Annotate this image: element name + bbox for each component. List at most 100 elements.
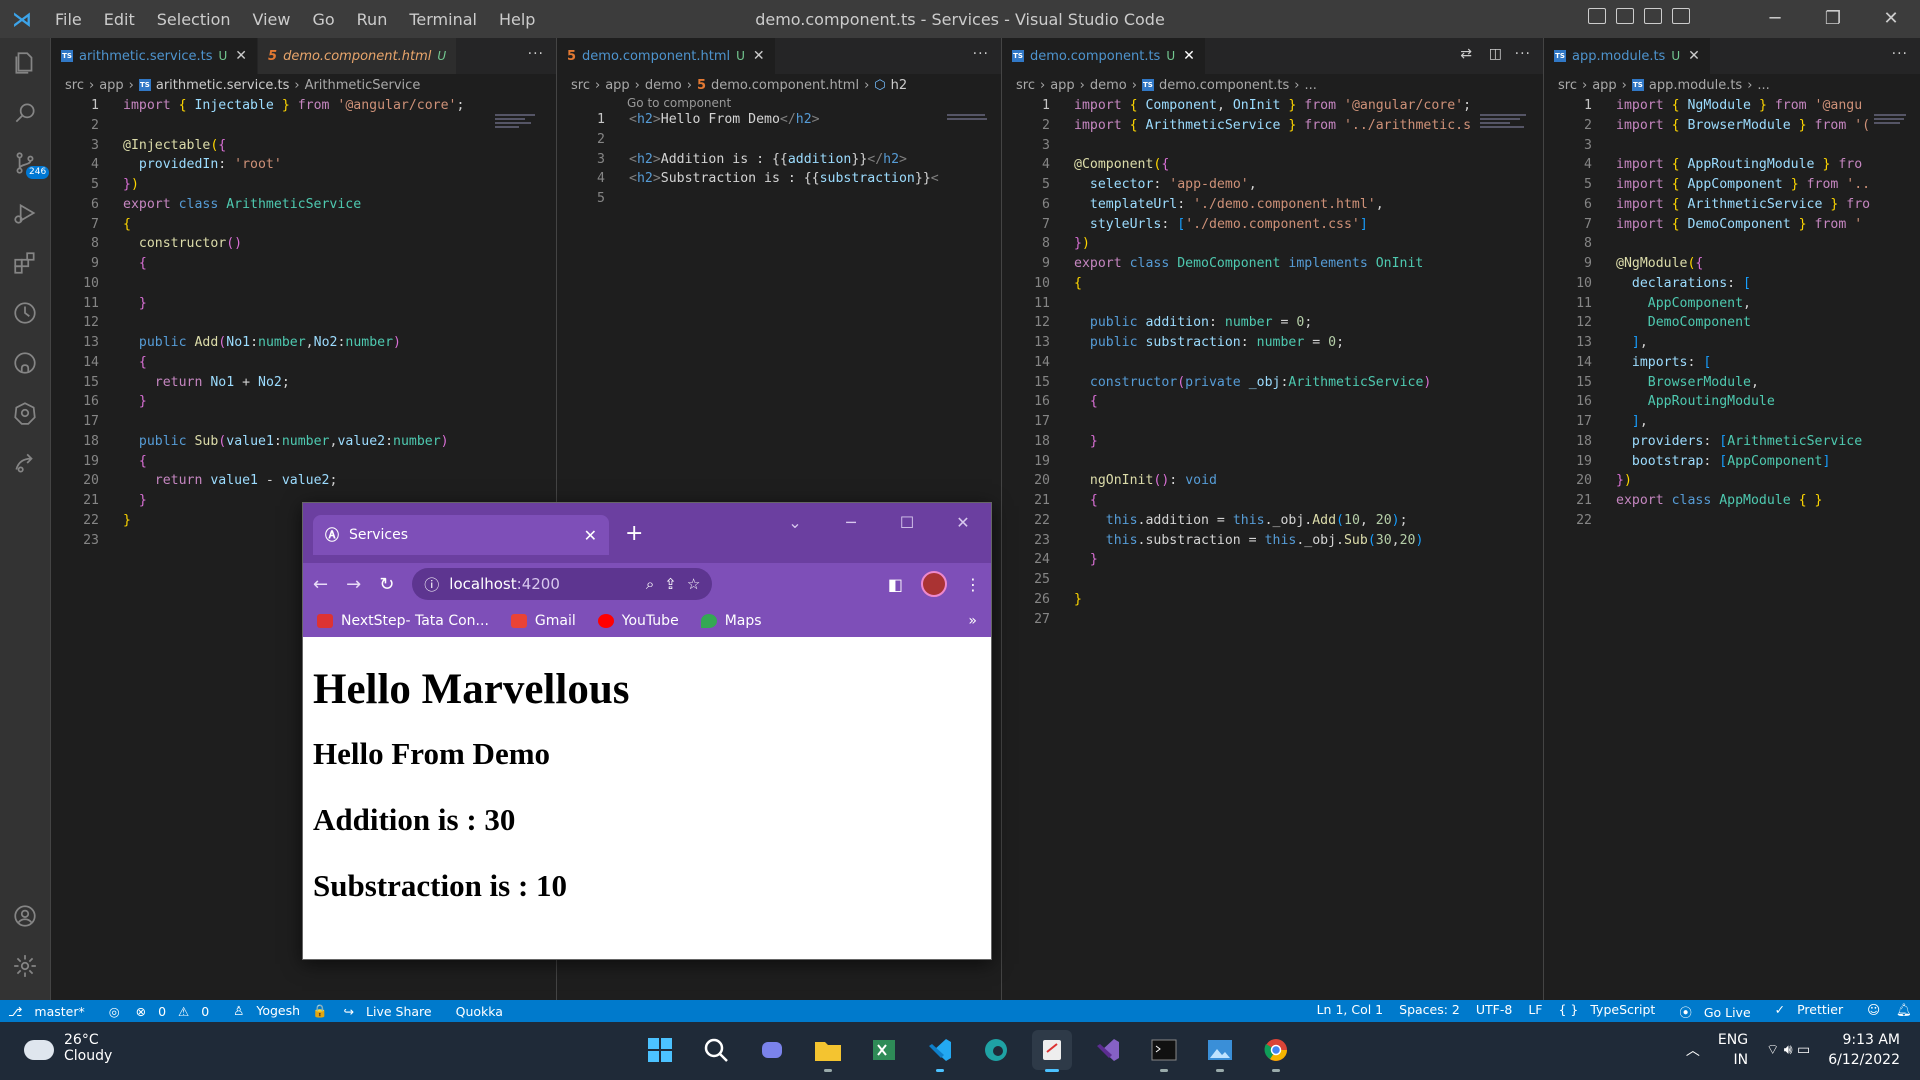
code-line[interactable]: 12 public addition: number = 0;	[1002, 313, 1543, 333]
code-line[interactable]: 7 styleUrls: ['./demo.component.css']	[1002, 215, 1543, 235]
code-line[interactable]: 18 }	[1002, 432, 1543, 452]
breadcrumb-item[interactable]: arithmetic.service.ts	[156, 78, 289, 93]
code-line[interactable]: 11 AppComponent,	[1544, 294, 1920, 314]
code-line[interactable]: 23 this.substraction = this._obj.Sub(30,…	[1002, 531, 1543, 551]
code-line[interactable]: 14 {	[51, 353, 556, 373]
breadcrumb-item[interactable]: demo.component.ts	[1159, 78, 1289, 93]
new-tab-icon[interactable]: +	[625, 521, 643, 546]
toggle-panel-icon[interactable]	[1616, 8, 1634, 24]
code-line[interactable]: 2 import { ArithmeticService } from '../a…	[1002, 116, 1543, 136]
breadcrumb-item[interactable]: demo.component.html	[711, 78, 859, 93]
code-line[interactable]: 4 <h2>Substraction is : {{substraction}}<	[557, 169, 1001, 189]
code-line[interactable]: 24 }	[1002, 550, 1543, 570]
minimap[interactable]	[495, 112, 545, 152]
code-line[interactable]: 18 public Sub(value1:number,value2:numbe…	[51, 432, 556, 452]
code-line[interactable]: 2 import { BrowserModule } from '(	[1544, 116, 1920, 136]
clock[interactable]: 9:13 AM 6/12/2022	[1828, 1030, 1900, 1070]
code-line[interactable]: 11 }	[51, 294, 556, 314]
code-line[interactable]: 13 public Add(No1:number,No2:number)	[51, 333, 556, 353]
bookmark-gmail[interactable]: Gmail	[510, 613, 576, 629]
code-line[interactable]: 17 ],	[1544, 412, 1920, 432]
file-explorer-icon[interactable]	[808, 1030, 848, 1072]
code-line[interactable]: 16 AppRoutingModule	[1544, 392, 1920, 412]
more-actions-icon[interactable]: ···	[1892, 46, 1908, 62]
breadcrumb-item[interactable]: app	[99, 78, 123, 93]
indentation[interactable]: Spaces: 2	[1391, 1002, 1468, 1021]
breadcrumb-item[interactable]: ...	[1757, 78, 1769, 93]
minimize-button[interactable]: ─	[1746, 0, 1804, 38]
bookmark-star-icon[interactable]: ☆	[687, 575, 700, 593]
tab-demo-component-html[interactable]: 5 demo.component.html U ✕	[557, 38, 776, 74]
more-actions-icon[interactable]: ···	[973, 46, 989, 62]
more-actions-icon[interactable]: ···	[1515, 46, 1531, 62]
menu-view[interactable]: View	[242, 10, 302, 29]
code-line[interactable]: 3 @Injectable({	[51, 136, 556, 156]
show-hidden-icons-chevron-up-icon[interactable]: ︿	[1686, 1040, 1700, 1060]
code-line[interactable]: 17	[51, 412, 556, 432]
input-language[interactable]: ENG IN	[1718, 1030, 1748, 1070]
breadcrumb-item[interactable]: app	[1050, 78, 1074, 93]
visual-studio-icon[interactable]	[1088, 1030, 1128, 1070]
code-line[interactable]: 3 <h2>Addition is : {{addition}}</h2>	[557, 150, 1001, 170]
feedback-icon[interactable]: ☺	[1859, 1002, 1888, 1021]
code-line[interactable]: 13 public substraction: number = 0;	[1002, 333, 1543, 353]
accounts-icon[interactable]	[0, 891, 50, 941]
vscode-app-icon[interactable]	[920, 1030, 960, 1072]
breadcrumb-item[interactable]: src	[571, 78, 590, 93]
language-mode[interactable]: { } TypeScript	[1551, 1002, 1672, 1021]
menu-go[interactable]: Go	[301, 10, 345, 29]
code-line[interactable]: 1 import { Component, OnInit } from '@ang…	[1002, 96, 1543, 116]
encoding[interactable]: UTF-8	[1468, 1002, 1520, 1021]
code-line[interactable]: 15 BrowserModule,	[1544, 373, 1920, 393]
restore-button[interactable]: ❐	[1804, 0, 1862, 38]
breadcrumb-item[interactable]: app	[1592, 78, 1616, 93]
breadcrumb-item[interactable]: ...	[1304, 78, 1316, 93]
close-tab-icon[interactable]: ✕	[753, 48, 765, 64]
code-line[interactable]: 4 providedIn: 'root'	[51, 155, 556, 175]
search-icon[interactable]	[696, 1030, 736, 1070]
tab-demo-component-ts[interactable]: TS demo.component.ts U ✕	[1002, 38, 1206, 74]
menu-edit[interactable]: Edit	[93, 10, 146, 29]
code-line[interactable]: 20 return value1 - value2;	[51, 471, 556, 491]
code-line[interactable]: 5 import { AppComponent } from '..	[1544, 175, 1920, 195]
problems-indicator[interactable]: ⊗ 0 ⚠ 0	[128, 1004, 226, 1019]
minimize-button[interactable]: ─	[823, 503, 879, 543]
code-editor[interactable]: 1 import { NgModule } from '@angu 2 import …	[1544, 96, 1920, 531]
code-line[interactable]: 6 import { ArithmeticService } fro	[1544, 195, 1920, 215]
site-info-icon[interactable]: ⓘ	[424, 574, 439, 595]
tab-demo-component-html[interactable]: 5 demo.component.html U	[258, 38, 458, 74]
minimap[interactable]	[947, 112, 997, 152]
toggle-secondary-sidebar-icon[interactable]	[1644, 8, 1662, 24]
code-line[interactable]: 10	[51, 274, 556, 294]
settings-gear-icon[interactable]	[0, 941, 50, 991]
menu-selection[interactable]: Selection	[146, 10, 242, 29]
code-line[interactable]: 7{	[51, 215, 556, 235]
breadcrumb-item[interactable]: demo	[645, 78, 682, 93]
search-icon[interactable]	[0, 88, 50, 138]
explorer-icon[interactable]	[0, 38, 50, 88]
close-tab-icon[interactable]: ✕	[584, 526, 597, 545]
code-line[interactable]: 10 declarations: [	[1544, 274, 1920, 294]
chrome-browser-icon[interactable]	[1256, 1030, 1296, 1072]
menu-terminal[interactable]: Terminal	[398, 10, 488, 29]
run-debug-icon[interactable]	[0, 188, 50, 238]
bookmark-nextstep[interactable]: NextStep- Tata Con...	[317, 613, 489, 629]
code-line[interactable]: 6 templateUrl: './demo.component.html',	[1002, 195, 1543, 215]
open-changes-icon[interactable]: ⇄	[1460, 46, 1473, 62]
excel-app-icon[interactable]	[864, 1030, 904, 1070]
code-editor[interactable]: 1 import { Component, OnInit } from '@ang…	[1002, 96, 1543, 629]
wifi-volume-battery-icons[interactable]: ⌔ 🔊︎ ▭	[1766, 1041, 1810, 1059]
close-button[interactable]: ✕	[935, 503, 991, 543]
code-line[interactable]: 25	[1002, 570, 1543, 590]
code-line[interactable]: 17	[1002, 412, 1543, 432]
code-line[interactable]: 9 {	[51, 254, 556, 274]
timeline-icon[interactable]	[0, 288, 50, 338]
close-tab-icon[interactable]: ✕	[1688, 48, 1700, 64]
tab-arithmetic-service[interactable]: TS arithmetic.service.ts U ✕	[51, 38, 259, 74]
code-line[interactable]: 16 }	[51, 392, 556, 412]
split-editor-icon[interactable]: ◫	[1489, 46, 1503, 62]
code-line[interactable]: 9 export class DemoComponent implements O…	[1002, 254, 1543, 274]
quokka-status[interactable]: Quokka	[448, 1004, 511, 1019]
code-line[interactable]: 22 this.addition = this._obj.Add(10, 20)…	[1002, 511, 1543, 531]
close-button[interactable]: ✕	[1862, 0, 1920, 38]
